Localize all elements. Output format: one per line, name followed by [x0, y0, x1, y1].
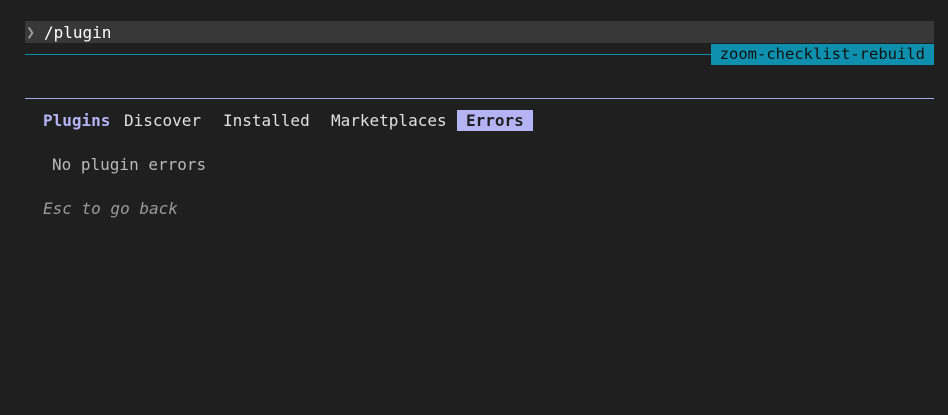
branch-badge: zoom-checklist-rebuild: [710, 44, 934, 65]
tab-installed[interactable]: Installed: [223, 110, 310, 131]
chevron-right-icon: ❯: [26, 23, 36, 41]
keyboard-hint: Esc to go back: [43, 199, 178, 218]
tab-discover[interactable]: Discover: [124, 110, 201, 131]
tab-marketplaces[interactable]: Marketplaces: [331, 110, 447, 131]
command-line[interactable]: ❯ /plugin: [25, 21, 934, 43]
command-text: /plugin: [44, 22, 112, 42]
empty-state-message: No plugin errors: [52, 155, 207, 174]
panel-title: Plugins: [43, 111, 111, 130]
tab-errors[interactable]: Errors: [457, 110, 533, 131]
panel-top-border: [25, 98, 934, 99]
